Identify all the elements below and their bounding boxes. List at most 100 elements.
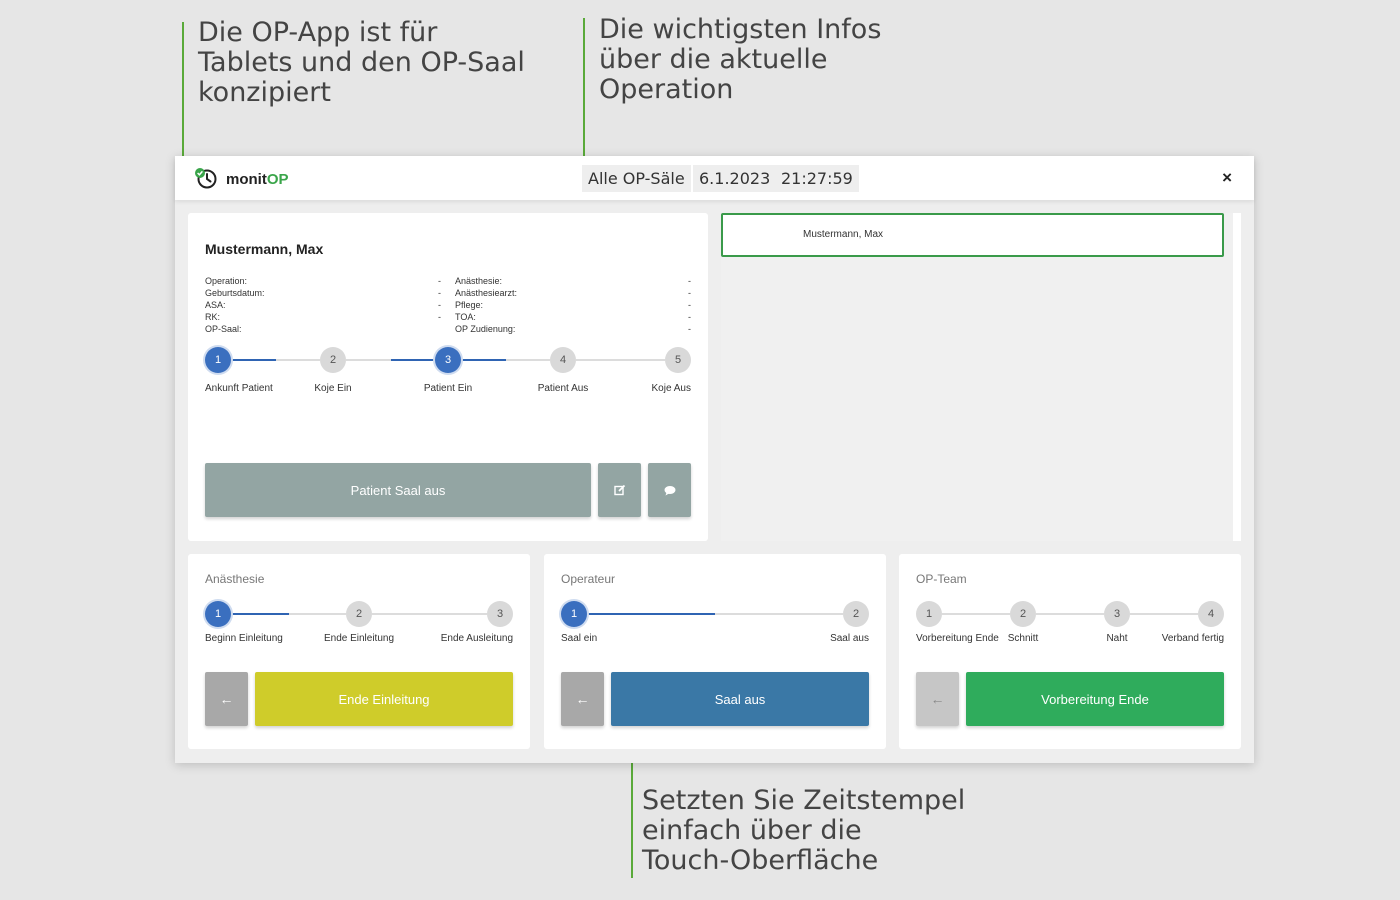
room-filter[interactable]: Alle OP-Säle bbox=[582, 165, 691, 192]
step-label: Saal aus bbox=[830, 633, 869, 644]
callout-info: Die wichtigsten Infos über die aktuelle … bbox=[599, 14, 882, 105]
step-label: Koje Ein bbox=[314, 383, 352, 394]
patient-card: Mustermann, Max Operation: - Geburtsdatum… bbox=[188, 213, 708, 541]
step-connector bbox=[1070, 613, 1104, 615]
step-connector bbox=[231, 613, 289, 615]
step-label: Koje Aus bbox=[651, 383, 691, 394]
arrow-left-icon: ← bbox=[219, 691, 234, 707]
step-connector bbox=[620, 359, 665, 361]
section-title: Anästhesie bbox=[205, 572, 265, 586]
step-connector bbox=[942, 613, 976, 615]
info-row: RK: - bbox=[205, 312, 441, 322]
step-label: Vorbereitung Ende bbox=[916, 633, 999, 644]
patient-list-item[interactable]: Mustermann, Max bbox=[721, 213, 1224, 257]
step-connector bbox=[1130, 613, 1164, 615]
edit-icon bbox=[613, 484, 625, 496]
step-connector bbox=[429, 613, 487, 615]
patient-name: Mustermann, Max bbox=[205, 241, 324, 257]
step-circle-4[interactable]: 4 bbox=[1198, 601, 1224, 627]
step-circle-3[interactable]: 3 bbox=[487, 601, 513, 627]
step-circle-3[interactable]: 3 bbox=[435, 347, 461, 373]
back-button[interactable]: ← bbox=[916, 672, 959, 726]
step-connector bbox=[461, 359, 506, 361]
arrow-left-icon: ← bbox=[930, 691, 945, 707]
step-connector bbox=[715, 613, 843, 615]
comment-button[interactable] bbox=[648, 463, 691, 517]
callout-tablet: Die OP-App ist für Tablets und den OP-Sa… bbox=[198, 17, 525, 108]
step-connector bbox=[390, 359, 435, 361]
callout-touch: Setzten Sie Zeitstempel einfach über die… bbox=[642, 785, 966, 876]
info-row: Pflege: - bbox=[455, 300, 691, 310]
step-connector bbox=[587, 613, 715, 615]
operateur-card: Operateur 1 Saal ein 2 Saal aus ← Saal aus bbox=[544, 554, 886, 749]
patient-list-panel: Mustermann, Max bbox=[721, 213, 1241, 541]
anaesthesie-card: Anästhesie 1 Beginn Einleitung 2 Ende Einle… bbox=[188, 554, 530, 749]
saal-aus-button[interactable]: Saal aus bbox=[611, 672, 869, 726]
patient-stepper: 1 Ankunft Patient 2 Koje Ein 3 Patient Ein 4 Pa… bbox=[205, 347, 691, 397]
logo-text: monitOP bbox=[226, 170, 289, 188]
clock-check-icon bbox=[195, 168, 217, 189]
step-label: Verband fertig bbox=[1161, 633, 1224, 644]
step-label: Ende Einleitung bbox=[323, 633, 395, 644]
step-connector bbox=[976, 613, 1010, 615]
info-row: Anästhesie: - bbox=[455, 276, 691, 286]
section-title: OP-Team bbox=[916, 572, 967, 586]
step-circle-2[interactable]: 2 bbox=[346, 601, 372, 627]
step-label: Schnitt bbox=[1007, 633, 1039, 644]
patient-saal-aus-button[interactable]: Patient Saal aus bbox=[205, 463, 591, 517]
step-connector bbox=[231, 359, 276, 361]
info-row: ASA: - bbox=[205, 300, 441, 310]
step-circle-1[interactable]: 1 bbox=[916, 601, 942, 627]
step-circle-1[interactable]: 1 bbox=[205, 347, 231, 373]
step-circle-5[interactable]: 5 bbox=[665, 347, 691, 373]
step-connector bbox=[288, 613, 346, 615]
patient-info-left: Operation: - Geburtsdatum: - ASA: - RK: - OP… bbox=[205, 275, 441, 335]
edit-button[interactable] bbox=[598, 463, 641, 517]
arrow-left-icon: ← bbox=[575, 691, 590, 707]
step-circle-2[interactable]: 2 bbox=[320, 347, 346, 373]
step-label: Ankunft Patient bbox=[205, 383, 273, 394]
app-logo: monitOP bbox=[194, 168, 289, 190]
top-bar: monitOP Alle OP-Säle 6.1.2023 21:27:59 × bbox=[175, 156, 1254, 200]
step-label: Patient Aus bbox=[537, 383, 589, 394]
step-connector bbox=[576, 359, 621, 361]
step-label: Naht bbox=[1106, 633, 1128, 644]
step-connector bbox=[1036, 613, 1070, 615]
step-label: Patient Ein bbox=[423, 383, 473, 394]
patient-info-right: Anästhesie: - Anästhesiearzt: - Pflege: - T… bbox=[455, 275, 691, 335]
back-button[interactable]: ← bbox=[561, 672, 604, 726]
info-row: OP Zudienung: - bbox=[455, 324, 691, 334]
back-button[interactable]: ← bbox=[205, 672, 248, 726]
step-label: Saal ein bbox=[561, 633, 598, 644]
date-display: 6.1.2023 bbox=[693, 165, 777, 192]
info-row: Operation: - bbox=[205, 276, 441, 286]
info-row: OP-Saal: bbox=[205, 324, 242, 334]
callout-line-tablet bbox=[182, 22, 184, 176]
ende-einleitung-button[interactable]: Ende Einleitung bbox=[255, 672, 513, 726]
anaesthesie-stepper: 1 Beginn Einleitung 2 Ende Einleitung 3 Ende … bbox=[205, 601, 513, 651]
step-circle-2[interactable]: 2 bbox=[843, 601, 869, 627]
info-row: TOA: - bbox=[455, 312, 691, 322]
step-connector bbox=[1164, 613, 1198, 615]
comment-icon bbox=[664, 485, 675, 495]
opteam-stepper: 1 Vorbereitung Ende 2 Schnitt 3 Naht 4 Verband … bbox=[916, 601, 1224, 651]
operateur-stepper: 1 Saal ein 2 Saal aus bbox=[561, 601, 869, 651]
step-circle-4[interactable]: 4 bbox=[550, 347, 576, 373]
step-circle-2[interactable]: 2 bbox=[1010, 601, 1036, 627]
step-circle-3[interactable]: 3 bbox=[1104, 601, 1130, 627]
section-title: Operateur bbox=[561, 572, 616, 586]
info-row: Geburtsdatum: - bbox=[205, 288, 441, 298]
opteam-card: OP-Team 1 Vorbereitung Ende 2 Schnitt 3 Naht 4… bbox=[899, 554, 1241, 749]
close-icon[interactable]: × bbox=[1222, 168, 1232, 188]
step-label: Beginn Einleitung bbox=[205, 633, 283, 644]
step-connector bbox=[372, 613, 430, 615]
step-circle-1[interactable]: 1 bbox=[205, 601, 231, 627]
step-connector bbox=[275, 359, 320, 361]
step-connector bbox=[505, 359, 550, 361]
vorbereitung-ende-button[interactable]: Vorbereitung Ende bbox=[966, 672, 1224, 726]
app-window: monitOP Alle OP-Säle 6.1.2023 21:27:59 ×… bbox=[175, 156, 1254, 763]
step-label: Ende Ausleitung bbox=[440, 633, 513, 644]
step-circle-1[interactable]: 1 bbox=[561, 601, 587, 627]
info-row: Anästhesiearzt: - bbox=[455, 288, 691, 298]
time-display: 21:27:59 bbox=[775, 165, 859, 192]
